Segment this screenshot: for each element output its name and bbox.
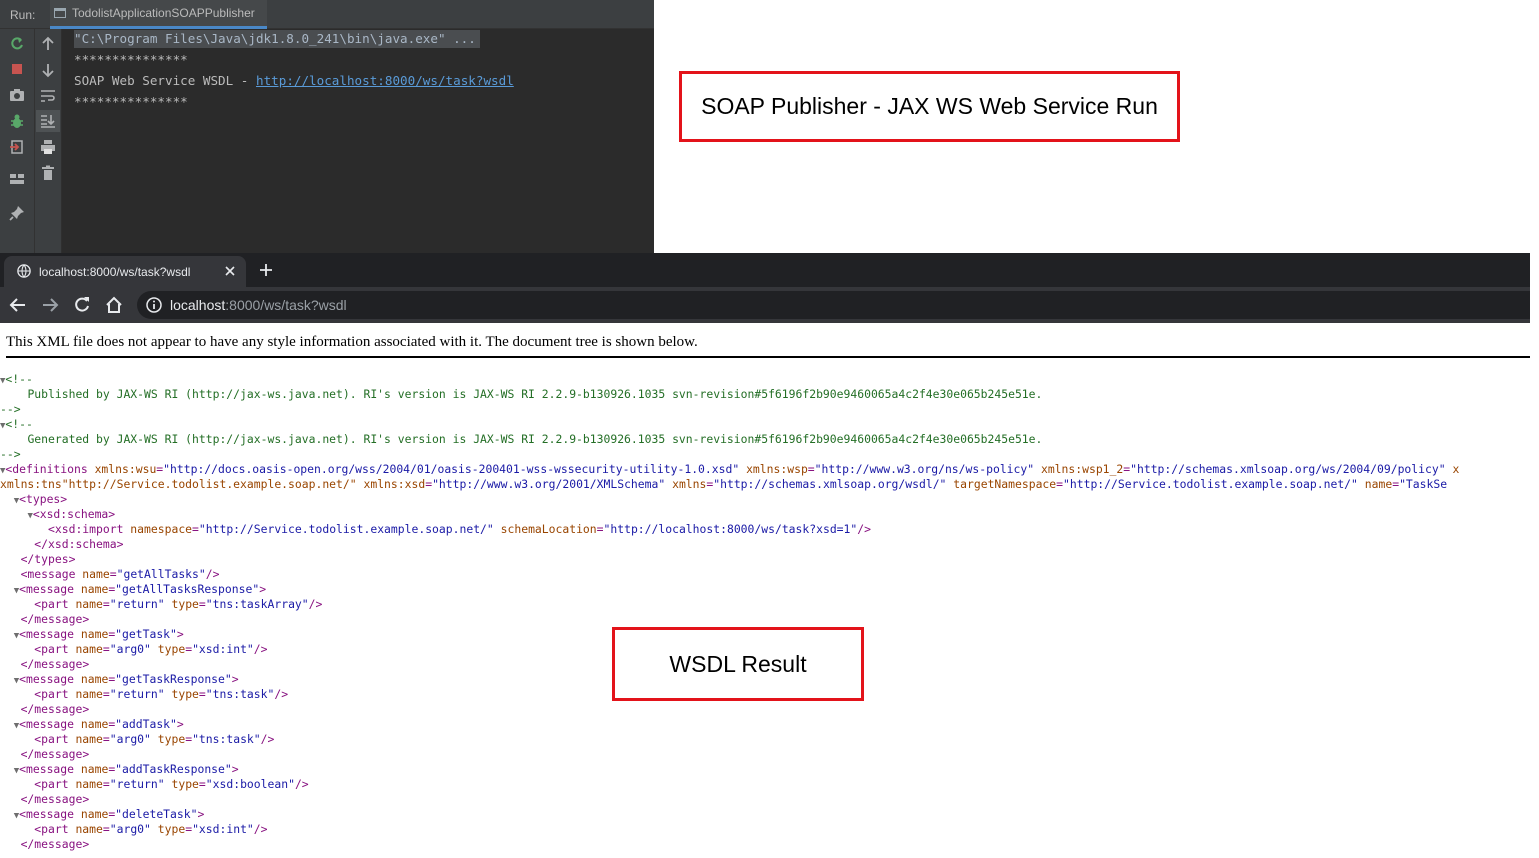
- console-command-line: "C:\Program Files\Java\jdk1.8.0_241\bin\…: [74, 30, 480, 48]
- xml-line: </message>: [20, 702, 90, 716]
- exit-icon[interactable]: [6, 136, 28, 158]
- xml-line[interactable]: ▼<!--: [0, 372, 1530, 387]
- xml-line: </message>: [20, 837, 90, 851]
- xml-line[interactable]: ▼<types>: [0, 492, 1530, 507]
- run-toolbar-left: [0, 29, 35, 253]
- console-separator: ***************: [74, 94, 188, 109]
- reload-icon[interactable]: [73, 296, 91, 314]
- xml-line[interactable]: ▼<message name="getAllTasksResponse">: [0, 582, 1530, 597]
- arrow-down-icon[interactable]: [37, 59, 59, 81]
- ide-run-panel: Run: TodolistApplicationSOAPPublisher "C…: [0, 0, 654, 253]
- home-icon[interactable]: [105, 296, 123, 314]
- url-path: :8000/ws/task?wsdl: [225, 297, 347, 313]
- xml-line: </xsd:schema>: [34, 537, 124, 551]
- xml-document-tree: ▼<!-- Published by JAX-WS RI (http://jax…: [0, 372, 1530, 852]
- xml-style-notice: This XML file does not appear to have an…: [6, 334, 698, 350]
- xml-line: </message>: [20, 612, 90, 626]
- annotation-soap-publisher: SOAP Publisher - JAX WS Web Service Run: [679, 71, 1180, 142]
- console-output[interactable]: "C:\Program Files\Java\jdk1.8.0_241\bin\…: [62, 29, 654, 253]
- xml-line: </types>: [20, 552, 76, 566]
- run-config-tab-label: TodolistApplicationSOAPPublisher: [72, 6, 255, 20]
- info-icon[interactable]: [146, 297, 162, 313]
- layout-icon[interactable]: [6, 168, 28, 190]
- run-toolbar-right: [35, 29, 62, 253]
- xml-line: <xsd:import namespace="http://Service.to…: [48, 522, 871, 536]
- xml-line: -->: [0, 447, 21, 461]
- scroll-to-end-icon[interactable]: [36, 110, 60, 132]
- xml-line[interactable]: ▼<xsd:schema>: [0, 507, 1530, 522]
- close-icon[interactable]: [222, 263, 238, 279]
- url-host: localhost: [170, 297, 226, 313]
- xml-line[interactable]: ▼<definitions xmlns:wsu="http://docs.oas…: [0, 462, 1530, 477]
- annotation-wsdl-result: WSDL Result: [612, 627, 864, 701]
- debug-bug-icon[interactable]: [6, 110, 28, 132]
- pin-icon[interactable]: [6, 202, 28, 224]
- xml-line: Generated by JAX-WS RI (http://jax-ws.ja…: [27, 432, 1043, 446]
- xml-line[interactable]: ▼<message name="addTaskResponse">: [0, 762, 1530, 777]
- xml-line[interactable]: ▼<!--: [0, 417, 1530, 432]
- camera-icon[interactable]: [6, 84, 28, 106]
- console-icon: [54, 8, 66, 18]
- xml-line: </message>: [20, 792, 90, 806]
- xml-line: -->: [0, 402, 21, 416]
- globe-icon: [17, 264, 31, 278]
- xml-line: </message>: [20, 747, 90, 761]
- stop-icon[interactable]: [6, 58, 28, 80]
- run-config-tab[interactable]: TodolistApplicationSOAPPublisher: [50, 0, 267, 29]
- xml-line[interactable]: ▼<message name="addTask">: [0, 717, 1530, 732]
- xml-line[interactable]: ▼<message name="deleteTask">: [0, 807, 1530, 822]
- browser-tab-bar: localhost:8000/ws/task?wsdl: [0, 253, 1530, 287]
- soft-wrap-icon[interactable]: [37, 85, 59, 107]
- new-tab-plus-icon[interactable]: [258, 262, 274, 278]
- run-tool-window-header: Run: TodolistApplicationSOAPPublisher: [0, 0, 654, 29]
- xml-line: <part name="arg0" type="xsd:int"/>: [34, 822, 268, 836]
- browser-toolbar: localhost:8000/ws/task?wsdl: [0, 287, 1530, 323]
- rerun-icon[interactable]: [6, 33, 28, 55]
- console-wsdl-line: SOAP Web Service WSDL - http://localhost…: [74, 72, 514, 90]
- xml-line: <part name="return" type="tns:taskArray"…: [34, 597, 323, 611]
- console-wsdl-link[interactable]: http://localhost:8000/ws/task?wsdl: [256, 73, 514, 88]
- xml-line: <part name="return" type="xsd:boolean"/>: [34, 777, 309, 791]
- xml-viewer-page: This XML file does not appear to have an…: [0, 323, 1530, 858]
- trash-icon[interactable]: [37, 162, 59, 184]
- browser-tab[interactable]: localhost:8000/ws/task?wsdl: [4, 256, 246, 287]
- browser-tab-title: localhost:8000/ws/task?wsdl: [39, 265, 191, 279]
- print-icon[interactable]: [37, 136, 59, 158]
- address-url: localhost:8000/ws/task?wsdl: [170, 297, 347, 313]
- xml-line: xmlns:tns"http://Service.todolist.exampl…: [0, 477, 1448, 491]
- back-arrow-icon[interactable]: [9, 296, 27, 314]
- xml-line: <message name="getAllTasks"/>: [20, 567, 220, 581]
- console-wsdl-prefix: SOAP Web Service WSDL -: [74, 73, 256, 88]
- xml-line: <part name="arg0" type="tns:task"/>: [34, 732, 275, 746]
- forward-arrow-icon[interactable]: [41, 296, 59, 314]
- arrow-up-icon[interactable]: [37, 33, 59, 55]
- address-bar[interactable]: localhost:8000/ws/task?wsdl: [137, 291, 1530, 319]
- xml-line: Published by JAX-WS RI (http://jax-ws.ja…: [27, 387, 1043, 401]
- run-label: Run:: [10, 8, 36, 22]
- console-separator: ***************: [74, 52, 188, 67]
- notice-divider: [6, 356, 1530, 358]
